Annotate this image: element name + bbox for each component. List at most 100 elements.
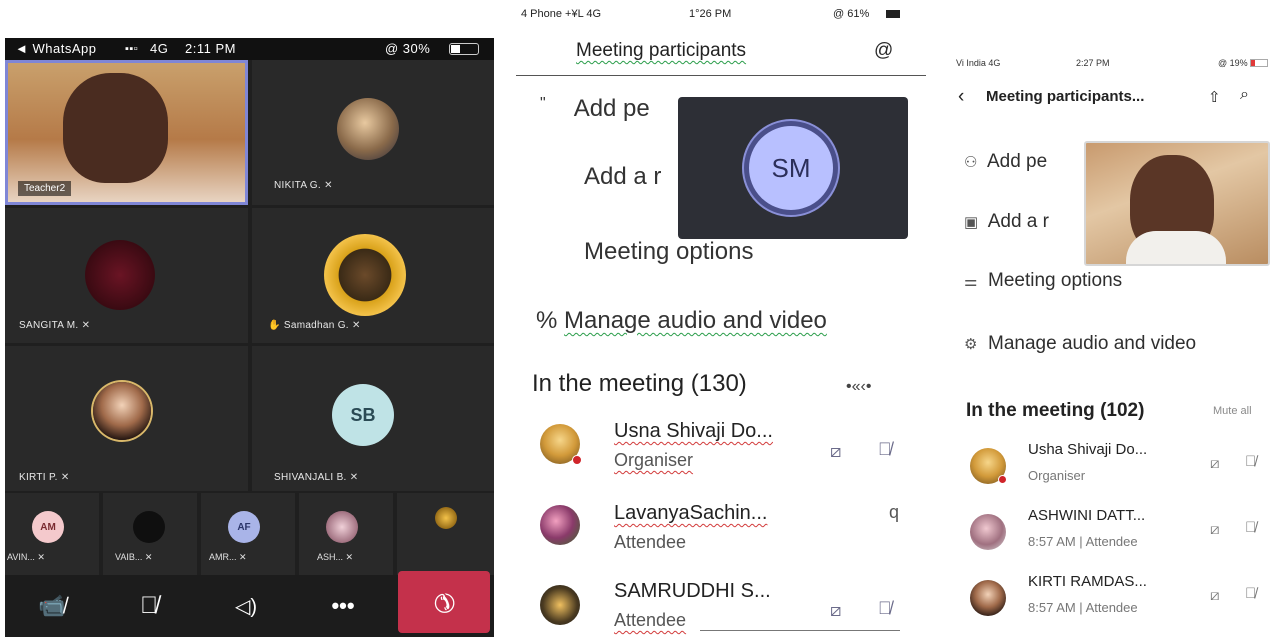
avatar (435, 507, 457, 529)
thumb-label: VAIB... (115, 552, 143, 562)
menu-item-meeting-options[interactable]: ⚌ Meeting options (964, 270, 1122, 292)
sliders-icon: ⚌ (964, 273, 978, 290)
status-network: 4G (150, 41, 169, 56)
page-title: Meeting participants... (986, 88, 1145, 105)
participant-name[interactable]: KIRTI RAMDAS... (1028, 573, 1147, 590)
menu-item-add-room[interactable]: Add a r (584, 163, 661, 191)
avatar-initials: SM (744, 121, 838, 215)
phone-hangup-icon: ✆ (426, 584, 463, 621)
speaker-video-popup[interactable]: SM (678, 97, 908, 239)
status-time: 2:11 PM (185, 41, 236, 56)
speaker-video-popup[interactable] (1084, 141, 1270, 266)
thumb-tile[interactable]: ASH... ✕ (299, 493, 393, 575)
participant-name[interactable]: Usna Shivaji Do... (614, 420, 773, 443)
participant-name[interactable]: ASHWINI DATT... (1028, 507, 1145, 524)
avatar (337, 98, 399, 160)
camera-off-icon: ⧄ (1210, 521, 1220, 538)
menu-item-manage-audio-video[interactable]: % Manage audio and video (536, 307, 827, 335)
camera-off-button[interactable]: 📹̸ (5, 575, 99, 637)
mic-off-icon: ✕ (351, 320, 361, 331)
menu-item-manage-audio-video[interactable]: ⚙ Manage audio and video (964, 333, 1196, 355)
mic-off-icon: ✕ (60, 472, 70, 483)
battery-icon (886, 10, 900, 18)
video-call-panel: ◄ WhatsApp ▪▪▫ 4G 2:11 PM @ 30% Teacher2… (5, 38, 494, 637)
tile-label-kirti: KIRTI P. (19, 472, 58, 483)
speaker-icon: ◁) (234, 595, 258, 618)
participant-role: Organiser (1028, 468, 1086, 483)
menu-label: Add pe (986, 151, 1048, 172)
participant-video-face (63, 73, 168, 183)
thumb-tile[interactable] (397, 493, 494, 575)
share-icon[interactable]: @ (874, 40, 893, 62)
camera-off-icon: ⧄ (1210, 587, 1220, 604)
speaker-button[interactable]: ◁) (199, 575, 293, 637)
section-title: In the meeting (102) (966, 400, 1145, 421)
avatar (326, 511, 358, 543)
mic-off-icon[interactable]: 🎙̸ (1245, 453, 1256, 470)
presence-busy-icon (572, 455, 582, 465)
mic-off-icon[interactable]: 🎙̸ (878, 439, 892, 460)
status-battery: @ 61% (833, 8, 870, 20)
menu-item-add-people[interactable]: " Add pe (540, 95, 650, 123)
thumb-tile[interactable]: AF AMR... ✕ (201, 493, 295, 575)
mute-all-button[interactable]: Mute all (1213, 405, 1252, 417)
section-action[interactable]: •«‹• (846, 378, 871, 396)
video-tile-sangita[interactable]: SANGITA M. ✕ (5, 208, 248, 343)
mic-off-icon[interactable]: 🎙̸ (1245, 585, 1256, 602)
settings-icon: % (536, 307, 558, 334)
battery-icon (449, 43, 479, 55)
status-carrier: Vi India 4G (956, 58, 1001, 68)
participant-name[interactable]: LavanyaSachin... (614, 502, 767, 525)
avatar (324, 234, 406, 316)
mic-off-icon: 🎙̸ (140, 592, 158, 619)
participant-name[interactable]: Usha Shivaji Do... (1028, 441, 1147, 458)
participant-name[interactable]: SAMRUDDHI S... (614, 580, 771, 603)
thumb-tile[interactable]: VAIB... ✕ (103, 493, 197, 575)
menu-label: Manage audio and video (564, 307, 827, 334)
avatar-initials: SB (332, 384, 394, 446)
status-time: 2:27 PM (1076, 58, 1110, 68)
menu-label: Meeting options (584, 238, 754, 265)
video-tile-samadhan[interactable]: ✋ Samadhan G. ✕ (252, 208, 494, 343)
menu-item-add-room[interactable]: ▣ Add a r (964, 211, 1049, 233)
participant-role: Attendee (614, 532, 687, 552)
search-icon[interactable]: ⌕ (1240, 86, 1249, 104)
thumb-label: ASH... (317, 552, 344, 562)
participant-icon: q (889, 502, 900, 522)
thumb-label: AVIN... (7, 552, 35, 562)
participant-role: 8:57 AM | Attendee (1028, 534, 1138, 549)
divider (700, 630, 900, 631)
mic-off-icon: ✕ (345, 552, 354, 562)
menu-label: Add pe (573, 95, 650, 122)
share-icon[interactable]: ⇧ (1208, 88, 1221, 106)
menu-label: Manage audio and video (988, 333, 1197, 354)
participant-role: Attendee (614, 610, 687, 630)
people-icon: " (540, 95, 546, 112)
room-icon: ▣ (964, 214, 979, 231)
avatar-initials: AM (32, 511, 64, 543)
video-tile-kirti[interactable]: KIRTI P. ✕ (5, 346, 248, 491)
back-chevron-icon[interactable]: ‹ (958, 86, 964, 108)
more-options-button[interactable]: ••• (296, 575, 390, 637)
status-time: 1°26 PM (689, 8, 732, 20)
mic-off-icon: ✕ (37, 552, 45, 562)
status-carrier: 4 Phone +¥L 4G (521, 8, 602, 20)
avatar (93, 382, 151, 440)
mic-off-icon[interactable]: 🎙̸ (1245, 519, 1256, 536)
thumb-label: AMR... (209, 552, 237, 562)
status-bar: ◄ WhatsApp ▪▪▫ 4G 2:11 PM @ 30% (5, 38, 494, 60)
menu-item-meeting-options[interactable]: Meeting options (584, 238, 753, 266)
menu-label: Add a r (584, 163, 662, 190)
video-tile-shivanjali[interactable]: SB SHIVANJALI B. ✕ (252, 346, 494, 491)
mute-button[interactable]: 🎙̸ (102, 575, 196, 637)
menu-item-add-people[interactable]: ⚇ Add pe (964, 151, 1047, 173)
video-tile-teacher2[interactable]: Teacher2 (5, 60, 248, 205)
hang-up-button[interactable]: ✆ (398, 571, 490, 633)
video-tile-nikita[interactable]: NIKITA G. ✕ (252, 60, 494, 205)
tile-label-samadhan: Samadhan G. (283, 320, 349, 331)
signal-icon: ▪▪▫ (125, 43, 139, 55)
tile-label-shivanjali: SHIVANJALI B. (274, 472, 347, 483)
mic-off-icon[interactable]: 🎙̸ (878, 598, 892, 619)
status-carrier: ◄ WhatsApp (15, 41, 97, 56)
thumb-tile[interactable]: AM AVIN... ✕ (5, 493, 99, 575)
